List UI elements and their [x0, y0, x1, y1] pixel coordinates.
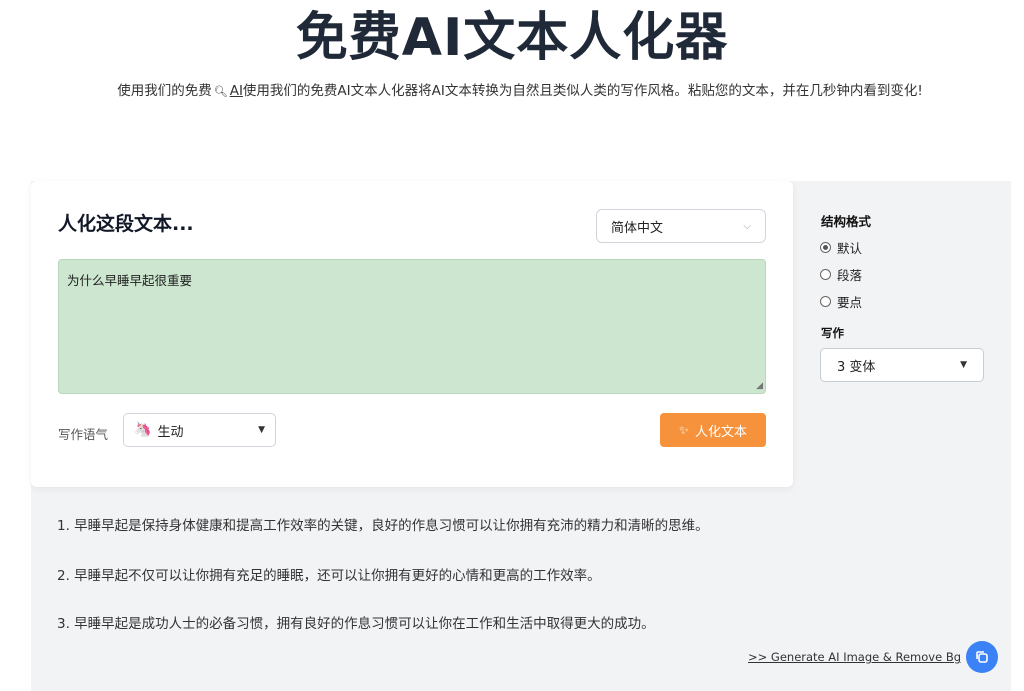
text-input[interactable]: 为什么早睡早起很重要 ◢ — [58, 259, 766, 394]
structure-option-label: 要点 — [837, 295, 863, 310]
structure-option-paragraph[interactable]: 段落 — [820, 265, 862, 284]
subtitle-text: 使用我们的免费AI文本人化器将AI文本转换为自然且类似人类的写作风格。粘贴您的文… — [242, 83, 923, 99]
editor-card: 人化这段文本... 简体中文 ⌵ 为什么早睡早起很重要 ◢ 写作语气 🦄 生动 … — [31, 181, 793, 487]
result-item: 3. 早睡早起是成功人士的必备习惯，拥有良好的作息习惯可以让你在工作和生活中取得… — [57, 616, 655, 632]
sparkle-icon: ✨︎ — [679, 422, 689, 437]
humanize-button-label: 人化文本 — [694, 424, 747, 440]
radio-checked-icon[interactable] — [820, 242, 831, 253]
chevron-down-icon: ▼ — [258, 425, 265, 435]
structure-option-default[interactable]: 默认 — [820, 238, 862, 257]
resize-handle-icon[interactable]: ◢ — [756, 381, 763, 391]
writing-label: 写作 — [821, 326, 844, 340]
variants-value: 3 变体 — [837, 359, 876, 375]
editor-heading: 人化这段文本... — [58, 213, 194, 235]
unicorn-icon: 🦄 — [134, 422, 152, 438]
copy-icon — [976, 651, 988, 663]
result-item: 2. 早睡早起不仅可以让你拥有充足的睡眠，还可以让你拥有更好的心情和更高的工作效… — [57, 568, 601, 584]
structure-option-label: 段落 — [837, 268, 863, 283]
page-subtitle: 使用我们的免费 🔍︎ AI使用我们的免费AI文本人化器将AI文本转换为自然且类似人类… — [80, 80, 960, 103]
tone-label: 写作语气 — [58, 427, 109, 442]
humanize-button[interactable]: ✨︎ 人化文本 — [660, 413, 766, 447]
copy-button[interactable] — [966, 641, 998, 673]
tone-select[interactable]: 🦄 生动 ▼ — [123, 413, 276, 447]
language-select[interactable]: 简体中文 ⌵ — [596, 209, 766, 243]
chevron-down-icon: ▼ — [960, 360, 967, 370]
radio-icon[interactable] — [820, 269, 831, 280]
subtitle-prefix: 使用我们的免费 — [117, 83, 212, 99]
language-value: 简体中文 — [611, 220, 664, 236]
result-item: 1. 早睡早起是保持身体健康和提高工作效率的关键，良好的作息习惯可以让你拥有充沛… — [57, 518, 709, 534]
generate-image-link[interactable]: >> Generate AI Image & Remove Bg — [748, 650, 961, 664]
text-input-value: 为什么早睡早起很重要 — [67, 273, 193, 288]
variants-select[interactable]: 3 变体 ▼ — [820, 348, 984, 382]
structure-label: 结构格式 — [821, 214, 872, 229]
tone-value: 生动 — [157, 424, 184, 440]
structure-option-bullets[interactable]: 要点 — [820, 292, 862, 311]
structure-option-label: 默认 — [837, 241, 863, 256]
radio-icon[interactable] — [820, 296, 831, 307]
options-sidebar: 结构格式 默认 段落 要点 写作 3 变体 ▼ — [793, 181, 1011, 487]
ai-link[interactable]: AI — [230, 83, 243, 99]
chevron-down-icon: ⌵ — [743, 220, 751, 232]
page-title: 免费AI文本人化器 — [295, 8, 729, 68]
search-icon: 🔍︎ — [213, 85, 228, 98]
